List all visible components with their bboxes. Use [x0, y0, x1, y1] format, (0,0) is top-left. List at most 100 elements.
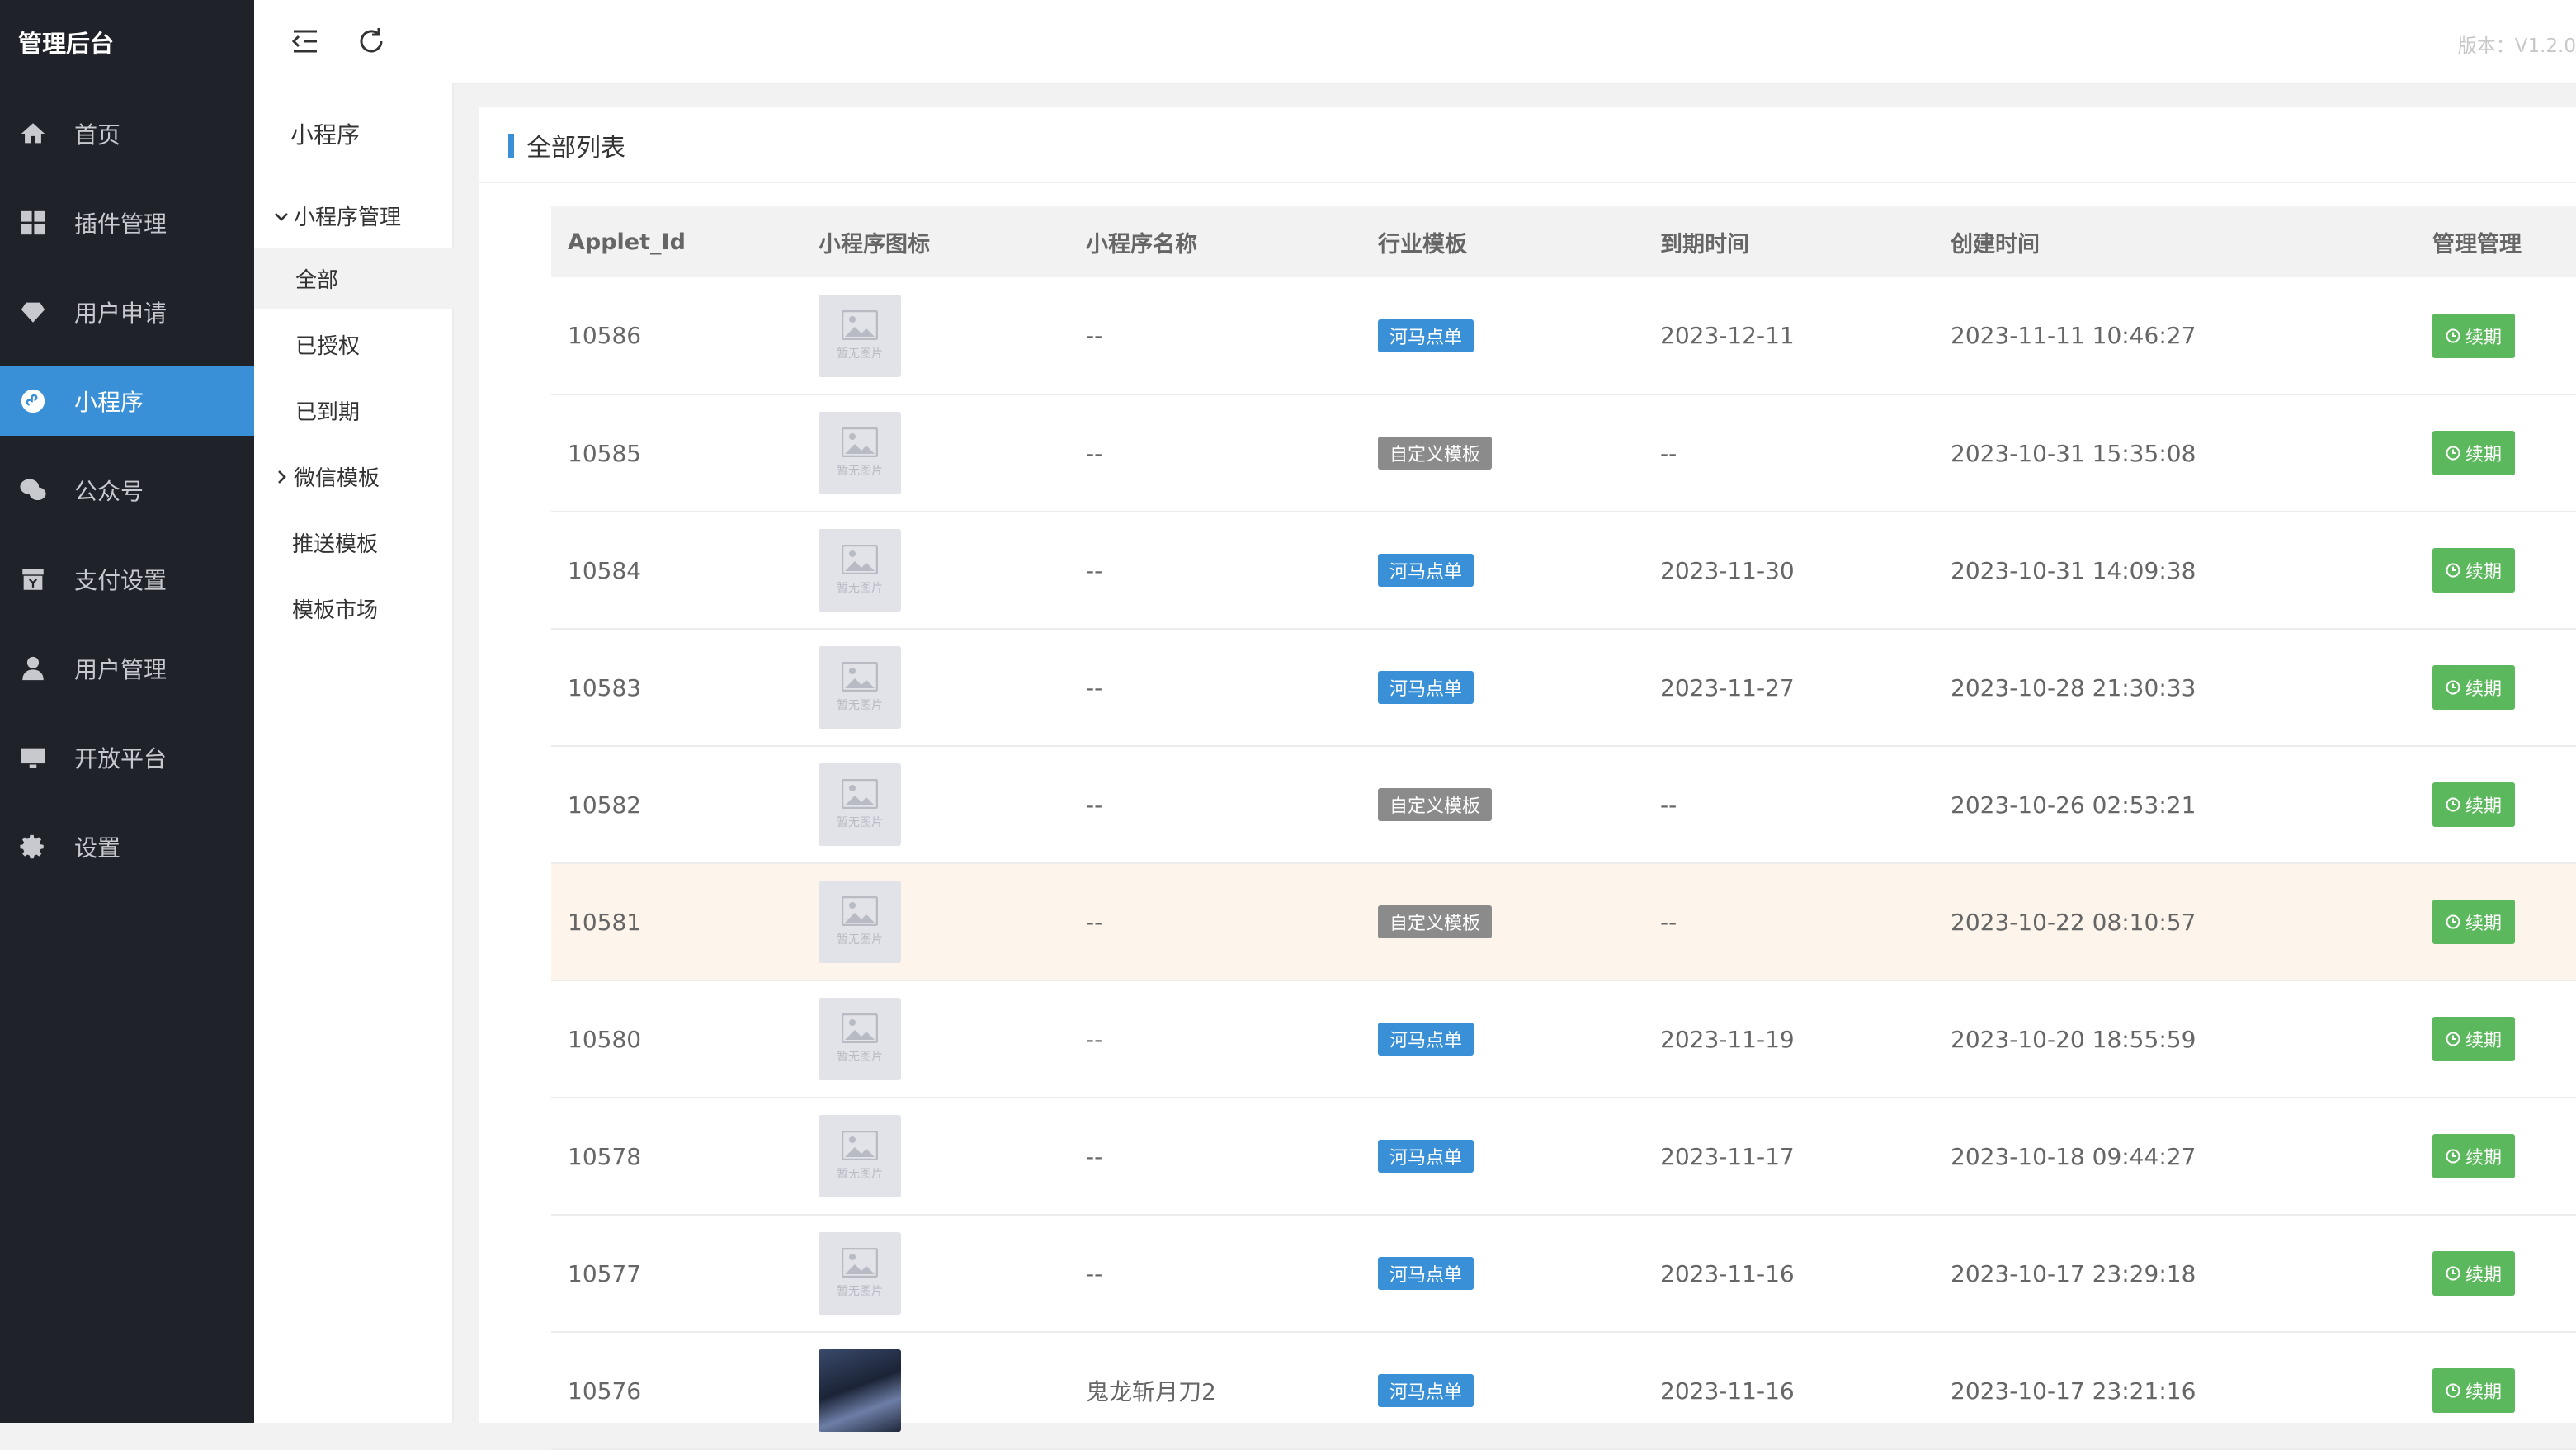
cell-created: 2023-10-20 18:55:59: [1951, 1025, 2196, 1053]
image-placeholder-icon: [842, 309, 878, 340]
col-applet-id[interactable]: Applet_Id: [551, 206, 802, 277]
table-row[interactable]: 10581 暂无图片 -- 自定义模板 -- 2023-10-22 08:10:…: [551, 863, 2576, 980]
table-row[interactable]: 10584 暂无图片 -- 河马点单 2023-11-30 2023-10-31…: [551, 512, 2576, 629]
sub-sidebar: 小程序 小程序管理 全部 已授权 已到期 微信模板 推送模板 模板市场: [254, 83, 493, 1423]
renew-button[interactable]: 续期: [2432, 548, 2516, 593]
cell-name: --: [1086, 908, 1103, 936]
collapse-menu-icon[interactable]: [287, 23, 323, 59]
col-actions[interactable]: 管理管理: [2416, 206, 2576, 277]
thumbnail-placeholder-text: 暂无图片: [837, 699, 883, 712]
applet-table-wrapper: Applet_Id 小程序图标 小程序名称 行业模板 到期时间 创建时间 管理管…: [551, 206, 2576, 1450]
table-row[interactable]: 10586 暂无图片 -- 河马点单 2023-12-11 2023-11-11…: [551, 277, 2576, 394]
cell-created: 2023-10-31 15:35:08: [1951, 439, 2196, 467]
template-badge: 河马点单: [1378, 671, 1474, 704]
image-placeholder-icon: [842, 1248, 878, 1278]
table-row[interactable]: 10585 暂无图片 -- 自定义模板 -- 2023-10-31 15:35:…: [551, 394, 2576, 512]
cell-applet-id: 10578: [568, 1142, 642, 1170]
cell-expire: --: [1660, 791, 1677, 819]
table-row[interactable]: 10578 暂无图片 -- 河马点单 2023-11-17 2023-10-18…: [551, 1098, 2576, 1215]
cell-created: 2023-11-11 10:46:27: [1951, 322, 2196, 349]
nav-label: 用户申请: [74, 300, 167, 327]
renew-label: 续期: [2465, 796, 2503, 817]
col-name[interactable]: 小程序名称: [1069, 206, 1361, 277]
grid-icon: [17, 206, 50, 239]
card-title: 全部列表: [526, 134, 625, 163]
cell-template: 自定义模板: [1361, 863, 1644, 980]
subnav-item-authorized[interactable]: 已授权: [254, 314, 493, 375]
table-row[interactable]: 10576 鬼龙斩月刀2 河马点单 2023-11-16 2023-10-17 …: [551, 1332, 2576, 1449]
nav-item-official-account[interactable]: 公众号: [0, 456, 254, 525]
cell-icon: 暂无图片: [802, 512, 1069, 629]
cell-applet-id: 10585: [568, 439, 642, 467]
renew-button[interactable]: 续期: [2432, 1251, 2516, 1296]
cell-applet-id: 10582: [568, 791, 642, 819]
subnav-group-mini-program-management[interactable]: 小程序管理: [254, 185, 470, 246]
renew-button[interactable]: 续期: [2432, 313, 2516, 358]
nav-item-settings[interactable]: 设置: [0, 812, 254, 881]
renew-button[interactable]: 续期: [2432, 431, 2516, 475]
cell-name: --: [1086, 673, 1103, 701]
renew-button[interactable]: 续期: [2432, 782, 2516, 827]
image-placeholder-icon: [842, 662, 878, 692]
nav-item-open-platform[interactable]: 开放平台: [0, 723, 254, 792]
cell-actions: 续期: [2416, 277, 2576, 394]
table-row[interactable]: 10580 暂无图片 -- 河马点单 2023-11-19 2023-10-20…: [551, 980, 2576, 1098]
cell-actions: 续期: [2416, 629, 2576, 746]
template-badge: 河马点单: [1378, 1257, 1474, 1290]
renew-button[interactable]: 续期: [2432, 665, 2516, 710]
subnav-item-expired[interactable]: 已到期: [254, 380, 493, 441]
image-placeholder-icon: [842, 779, 878, 809]
renew-label: 续期: [2465, 327, 2503, 348]
main-sidebar: 管理后台 首页 插件管理 用户申请 小程序 公众号 支付设置 用户管理 开放平台…: [0, 0, 254, 1423]
table-body: 10586 暂无图片 -- 河马点单 2023-12-11 2023-11-11…: [551, 277, 2576, 1449]
cell-applet-id: 10583: [568, 673, 642, 701]
thumbnail-placeholder-text: 暂无图片: [837, 465, 883, 478]
applet-avatar-image: [819, 1349, 901, 1432]
nav-label: 首页: [74, 121, 121, 149]
table-row[interactable]: 10582 暂无图片 -- 自定义模板 -- 2023-10-26 02:53:…: [551, 746, 2576, 863]
cell-icon: [802, 1332, 1069, 1449]
col-icon[interactable]: 小程序图标: [802, 206, 1069, 277]
subnav-group-label: 小程序管理: [294, 205, 402, 230]
nav-label: 用户管理: [74, 656, 167, 683]
renew-label: 续期: [2465, 914, 2503, 934]
cell-expire: 2023-11-17: [1660, 1142, 1795, 1170]
cell-actions: 续期: [2416, 746, 2576, 863]
cell-created: 2023-10-17 23:21:16: [1951, 1377, 2196, 1405]
col-created[interactable]: 创建时间: [1934, 206, 2416, 277]
nav-item-user-apply[interactable]: 用户申请: [0, 277, 254, 347]
cell-name: --: [1086, 791, 1103, 819]
cell-created: 2023-10-26 02:53:21: [1951, 791, 2196, 819]
chevron-right-icon: [272, 467, 290, 485]
renew-button[interactable]: 续期: [2432, 1368, 2516, 1413]
table-row[interactable]: 10577 暂无图片 -- 河马点单 2023-11-16 2023-10-17…: [551, 1215, 2576, 1332]
cell-expire: 2023-11-16: [1660, 1377, 1795, 1405]
renew-label: 续期: [2465, 1148, 2503, 1169]
cell-applet-id: 10580: [568, 1025, 642, 1053]
thumbnail-placeholder-text: 暂无图片: [837, 582, 883, 595]
subnav-item-push-template[interactable]: 推送模板: [254, 512, 490, 573]
applet-thumbnail: 暂无图片: [819, 881, 901, 963]
table-row[interactable]: 10583 暂无图片 -- 河马点单 2023-11-27 2023-10-28…: [551, 629, 2576, 746]
nav-item-mini-program[interactable]: 小程序: [0, 366, 254, 436]
nav-item-home[interactable]: 首页: [0, 99, 254, 168]
col-template[interactable]: 行业模板: [1361, 206, 1644, 277]
refresh-icon[interactable]: [353, 23, 389, 59]
subnav-item-label: 模板市场: [292, 597, 379, 623]
renew-button[interactable]: 续期: [2432, 1017, 2516, 1061]
cell-applet-id: 10577: [568, 1259, 642, 1287]
subnav-item-template-market[interactable]: 模板市场: [254, 578, 490, 639]
nav-item-payment[interactable]: 支付设置: [0, 545, 254, 614]
col-expire[interactable]: 到期时间: [1644, 206, 1934, 277]
nav-item-user-management[interactable]: 用户管理: [0, 634, 254, 703]
subnav-item-all[interactable]: 全部: [254, 248, 493, 309]
renew-button[interactable]: 续期: [2432, 1134, 2516, 1178]
cell-name: --: [1086, 322, 1103, 349]
cell-template: 河马点单: [1361, 980, 1644, 1098]
nav-item-plugins[interactable]: 插件管理: [0, 188, 254, 257]
applet-thumbnail: 暂无图片: [819, 1115, 901, 1197]
subnav-group-wechat-template[interactable]: 微信模板: [254, 446, 470, 507]
template-badge: 河马点单: [1378, 319, 1474, 352]
title-accent-bar: [508, 134, 514, 158]
renew-button[interactable]: 续期: [2432, 900, 2516, 944]
